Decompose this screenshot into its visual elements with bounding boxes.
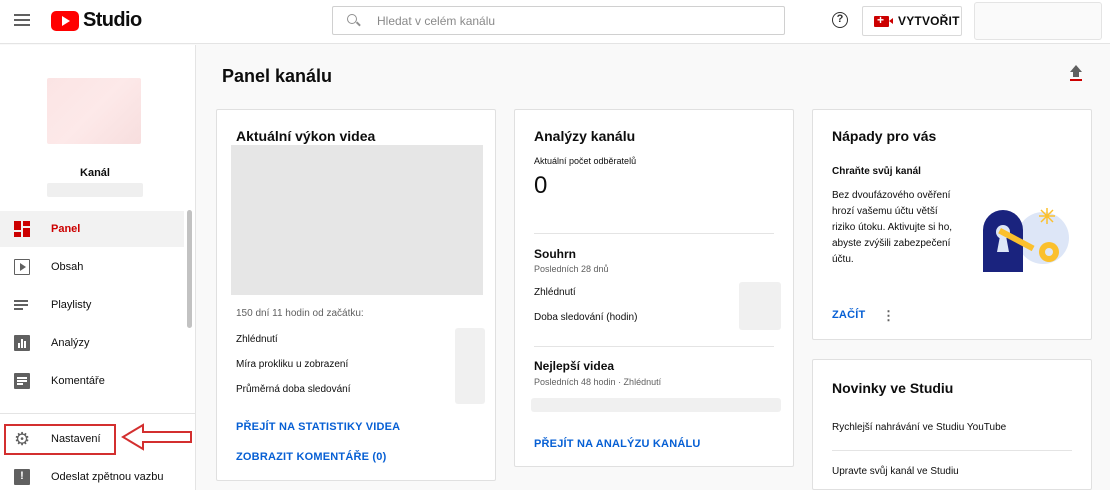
sidebar-item-analyzy[interactable]: Analýzy (0, 325, 184, 361)
studio-logo[interactable]: Studio (51, 9, 142, 32)
sidebar-item-komentare[interactable]: Komentáře (0, 363, 184, 399)
video-stats-link[interactable]: PŘEJÍT NA STATISTIKY VIDEA (236, 421, 400, 433)
subscribers-label: Aktuální počet odběratelů (534, 156, 637, 166)
upload-underline (1070, 79, 1082, 81)
separator (534, 233, 774, 234)
account-area[interactable] (974, 2, 1102, 40)
dashboard-icon (14, 221, 30, 237)
channel-name-placeholder (47, 183, 143, 197)
top-videos-title: Nejlepší videa (534, 359, 615, 373)
sidebar-item-label: Analýzy (51, 337, 90, 349)
channel-analytics-card: Analýzy kanálu Aktuální počet odběratelů… (514, 109, 794, 467)
sidebar-item-label: Obsah (51, 261, 84, 273)
feedback-icon: ! (14, 469, 30, 485)
video-comments-link[interactable]: ZOBRAZIT KOMENTÁŘE (0) (236, 451, 386, 463)
create-button-label: VYTVOŘIT (898, 14, 960, 28)
sidebar-item-playlisty[interactable]: Playlisty (0, 287, 184, 323)
page-title: Panel kanálu (222, 66, 333, 86)
channel-label: Kanál (80, 167, 110, 179)
separator (534, 346, 774, 347)
separator (832, 450, 1072, 451)
more-options-icon[interactable]: ⋮ (882, 308, 895, 324)
playlist-icon (14, 297, 30, 313)
help-icon[interactable]: ? (832, 12, 848, 28)
summary-title: Souhrn (534, 247, 576, 261)
channel-analytics-link[interactable]: PŘEJÍT NA ANALÝZU KANÁLU (534, 438, 701, 450)
sidebar-item-label: Panel (51, 223, 81, 235)
video-period: 150 dní 11 hodin od začátku: (236, 308, 364, 319)
analytics-icon (14, 335, 30, 351)
news-item[interactable]: Rychlejší nahrávání ve Studiu YouTube (832, 422, 1006, 433)
news-item[interactable]: Upravte svůj kanál ve Studiu (832, 466, 959, 477)
top-bar: Studio ? VYTVOŘIT (0, 0, 1110, 44)
sidebar-item-label: Playlisty (51, 299, 92, 311)
metric-label: Míra prokliku u zobrazení (236, 359, 349, 370)
ideas-subtitle: Chraňte svůj kanál (832, 166, 921, 177)
search-bar[interactable] (332, 6, 785, 35)
sidebar-item-feedback[interactable]: ! Odeslat zpětnou vazbu (0, 459, 184, 490)
search-icon (347, 13, 361, 28)
sidebar-item-panel[interactable]: Panel (0, 211, 184, 247)
summary-values-placeholder (739, 282, 781, 330)
logo-text: Studio (83, 9, 142, 31)
summary-row-label: Zhlédnutí (534, 287, 576, 298)
top-video-placeholder[interactable] (531, 398, 781, 412)
annotation-arrow-icon (121, 423, 192, 451)
metric-label: Průměrná doba sledování (236, 384, 351, 395)
content-icon (14, 259, 30, 275)
video-thumbnail[interactable] (231, 145, 483, 295)
sidebar-divider (0, 413, 196, 414)
card-title: Aktuální výkon videa (236, 128, 376, 144)
security-key-illustration (983, 208, 1069, 272)
sidebar-item-obsah[interactable]: Obsah (0, 249, 184, 285)
annotation-highlight-box (4, 424, 116, 455)
card-title: Nápady pro vás (832, 128, 937, 144)
subscribers-value: 0 (534, 172, 548, 199)
ideas-card: Nápady pro vás Chraňte svůj kanál Bez dv… (812, 109, 1092, 340)
youtube-play-icon (51, 10, 79, 31)
sidebar: Kanál Panel Obsah Playlisty Analýzy Kome… (0, 45, 196, 490)
comments-icon (14, 373, 30, 389)
sidebar-item-label: Komentáře (51, 375, 105, 387)
top-videos-period: Posledních 48 hodin · Zhlédnutí (534, 377, 662, 387)
card-title: Novinky ve Studiu (832, 380, 954, 396)
search-input[interactable] (377, 13, 757, 28)
start-button[interactable]: ZAČÍT (832, 309, 865, 321)
menu-icon[interactable] (14, 14, 30, 26)
ideas-body: Bez dvoufázového ověření hrozí vašemu úč… (832, 190, 953, 265)
metric-label: Zhlédnutí (236, 334, 278, 345)
metric-values-placeholder (455, 328, 485, 404)
upload-icon[interactable] (1067, 65, 1085, 85)
create-button[interactable]: VYTVOŘIT (862, 6, 962, 36)
card-title: Analýzy kanálu (534, 128, 636, 144)
summary-row-label: Doba sledování (hodin) (534, 312, 638, 323)
summary-period: Posledních 28 dnů (534, 264, 609, 274)
video-performance-card: Aktuální výkon videa 150 dní 11 hodin od… (216, 109, 496, 481)
channel-avatar[interactable] (47, 78, 141, 144)
sidebar-item-label: Odeslat zpětnou vazbu (51, 471, 164, 483)
video-camera-icon (874, 13, 893, 27)
studio-news-card: Novinky ve Studiu Rychlejší nahrávání ve… (812, 359, 1092, 490)
sidebar-scrollbar[interactable] (187, 210, 192, 328)
